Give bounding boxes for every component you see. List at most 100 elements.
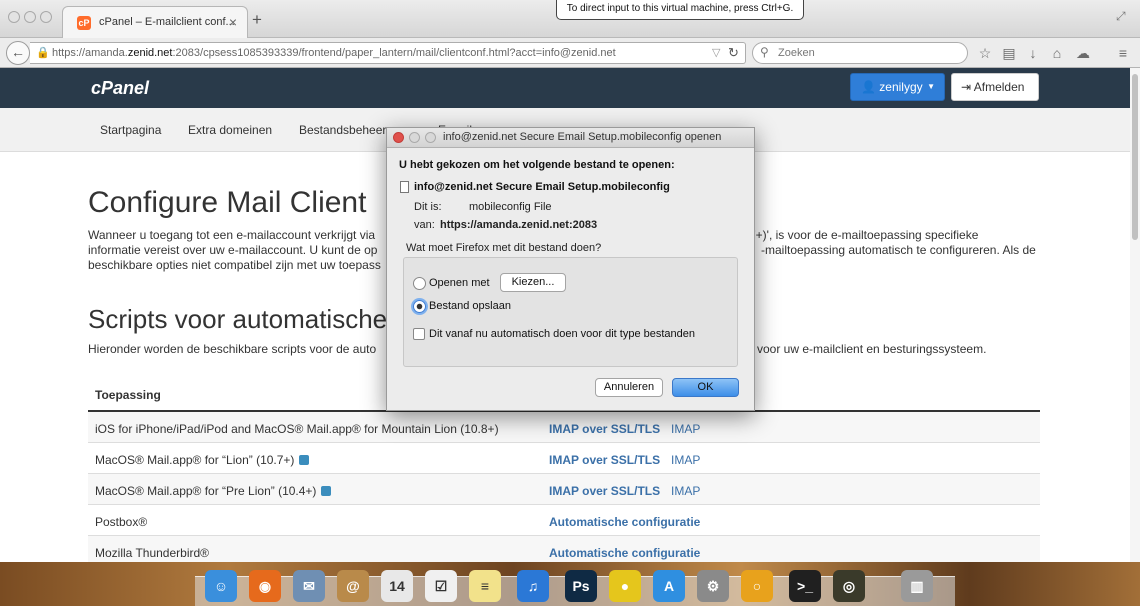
calendar-icon[interactable]: 14	[381, 570, 413, 602]
imap-link[interactable]: IMAP	[671, 484, 700, 498]
window-zoom-button[interactable]	[40, 11, 52, 23]
downloads-icon[interactable]: ↓	[1024, 44, 1042, 62]
file-type-label: Dit is:	[414, 201, 442, 213]
new-tab-button[interactable]: +	[252, 11, 262, 28]
user-name: zenilygy	[879, 80, 923, 94]
open-with-radio[interactable]	[413, 277, 426, 290]
browser-tab-active[interactable]: cP cPanel – E-mailclient conf... ×	[62, 6, 248, 38]
dialog-minimize-button[interactable]	[409, 132, 420, 143]
url-bar[interactable]: 🔒 https://amanda.zenid.net:2083/cpsess10…	[30, 42, 746, 64]
intro-line-1: Wanneer u toegang tot een e-mailaccount …	[88, 228, 376, 242]
notes-icon[interactable]: ≡	[469, 570, 501, 602]
cpanel-logo[interactable]: cPanel	[91, 78, 149, 99]
imap-ssl-link[interactable]: IMAP over SSL/TLS	[549, 484, 660, 498]
imap-ssl-link[interactable]: IMAP over SSL/TLS	[549, 453, 660, 467]
dialog-titlebar: info@zenid.net Secure Email Setup.mobile…	[387, 128, 754, 148]
reload-icon[interactable]: ↻	[728, 45, 739, 61]
vlc-icon[interactable]: ○	[741, 570, 773, 602]
remember-choice-checkbox[interactable]	[413, 328, 425, 340]
photoshop-icon[interactable]: Ps	[565, 570, 597, 602]
search-bar[interactable]: ⚲ Zoeken	[752, 42, 968, 64]
logout-label: Afmelden	[973, 80, 1025, 94]
radar-icon[interactable]: ◎	[833, 570, 865, 602]
subnav-bestandsbeheer[interactable]: Bestandsbeheer	[299, 123, 386, 137]
file-source-value: https://amanda.zenid.net:2083	[440, 219, 598, 231]
reading-list-icon[interactable]: ▤	[1000, 44, 1018, 62]
table-row: MacOS® Mail.app® for “Lion” (10.7+) IMAP …	[88, 443, 1040, 474]
home-icon[interactable]: ⌂	[1048, 44, 1066, 62]
mail-stamp-icon[interactable]: ✉	[293, 570, 325, 602]
system-preferences-icon[interactable]: ⚙	[697, 570, 729, 602]
file-source-label: van:	[414, 219, 435, 231]
cancel-button[interactable]: Annuleren	[595, 378, 663, 397]
page-scrollbar[interactable]	[1130, 68, 1140, 562]
imap-link[interactable]: IMAP	[671, 453, 700, 467]
window-minimize-button[interactable]	[24, 11, 36, 23]
table-row: Postbox® Automatische configuratie	[88, 505, 1040, 536]
bookmark-star-icon[interactable]: ☆	[976, 44, 994, 62]
dialog-zoom-button[interactable]	[425, 132, 436, 143]
fullscreen-icon[interactable]: ⤢	[1116, 9, 1130, 23]
user-menu-button[interactable]: 👤 zenilygy ▼	[850, 73, 945, 101]
open-with-label[interactable]: Openen met	[429, 277, 490, 289]
table-row: iOS for iPhone/iPad/iPod and MacOS® Mail…	[88, 412, 1040, 443]
dialog-question: Wat moet Firefox met dit bestand doen?	[406, 242, 602, 254]
search-placeholder: Zoeken	[778, 47, 815, 59]
lock-icon: 🔒	[36, 47, 50, 59]
application-name: iOS for iPhone/iPad/iPod and MacOS® Mail…	[95, 422, 499, 436]
reminders-icon[interactable]: ☑	[425, 570, 457, 602]
action-options-group	[403, 257, 738, 367]
subnav-extra-domeinen[interactable]: Extra domeinen	[188, 123, 272, 137]
choose-app-button[interactable]: Kiezen...	[500, 273, 566, 292]
tab-close-icon[interactable]: ×	[229, 14, 237, 30]
dialog-close-button[interactable]	[393, 132, 404, 143]
logout-button[interactable]: ⇥ Afmelden	[951, 73, 1039, 101]
scripts-text-right: voor uw e-mailclient en besturingssystee…	[757, 342, 987, 356]
scripts-text: Hieronder worden de beschikbare scripts …	[88, 342, 377, 356]
save-file-radio[interactable]	[413, 300, 426, 313]
logout-icon: ⇥	[961, 80, 974, 94]
window-close-button[interactable]	[8, 11, 20, 23]
contacts-icon[interactable]: @	[337, 570, 369, 602]
scrollbar-thumb[interactable]	[1132, 74, 1138, 240]
auto-config-link[interactable]: Automatische configuratie	[549, 546, 700, 560]
firefox-icon[interactable]: ◉	[249, 570, 281, 602]
cyberduck-icon[interactable]: ●	[609, 570, 641, 602]
application-name: MacOS® Mail.app® for “Pre Lion” (10.4+)	[95, 484, 317, 498]
subnav-startpagina[interactable]: Startpagina	[100, 123, 161, 137]
url-dropdown-icon[interactable]: ▽	[712, 46, 720, 59]
imap-link[interactable]: IMAP	[671, 422, 700, 436]
app-store-icon[interactable]: A	[653, 570, 685, 602]
menu-icon[interactable]: ≡	[1114, 44, 1132, 62]
trash-icon[interactable]: ▥	[901, 570, 933, 602]
chat-icon[interactable]: ☁	[1074, 44, 1092, 62]
itunes-icon[interactable]: ♫	[517, 570, 549, 602]
terminal-icon[interactable]: >_	[789, 570, 821, 602]
remember-choice-label[interactable]: Dit vanaf nu automatisch doen voor dit t…	[429, 328, 695, 340]
cpanel-favicon-icon: cP	[77, 16, 91, 30]
back-button[interactable]: ←	[6, 41, 30, 65]
vm-input-tooltip: To direct input to this virtual machine,…	[556, 0, 804, 20]
info-tag-icon[interactable]	[299, 455, 309, 465]
info-tag-icon[interactable]	[321, 486, 331, 496]
search-icon: ⚲	[760, 45, 769, 59]
imap-ssl-link[interactable]: IMAP over SSL/TLS	[549, 422, 660, 436]
open-file-dialog: info@zenid.net Secure Email Setup.mobile…	[386, 127, 755, 411]
ok-button[interactable]: OK	[672, 378, 739, 397]
application-name: Postbox®	[95, 515, 148, 529]
auto-config-link[interactable]: Automatische configuratie	[549, 515, 700, 529]
page-title: Configure Mail Client	[88, 186, 367, 219]
file-type-value: mobileconfig File	[469, 201, 552, 213]
save-file-label[interactable]: Bestand opslaan	[429, 300, 511, 312]
cpanel-header: cPanel 👤 zenilygy ▼ ⇥ Afmelden	[0, 68, 1140, 108]
finder-icon[interactable]: ☺	[205, 570, 237, 602]
browser-titlebar: cP cPanel – E-mailclient conf... × + To …	[0, 0, 1140, 38]
application-name: MacOS® Mail.app® for “Lion” (10.7+)	[95, 453, 295, 467]
intro-line-2-right: -mailtoepassing automatisch te configure…	[761, 243, 1036, 257]
table-body: iOS for iPhone/iPad/iPod and MacOS® Mail…	[88, 412, 1040, 562]
table-row: Mozilla Thunderbird® Automatische configu…	[88, 536, 1040, 562]
caret-down-icon: ▼	[927, 82, 935, 91]
intro-line-1-right: 7+)', is voor de e-mailtoepassing specif…	[749, 228, 979, 242]
url-text[interactable]: https://amanda.zenid.net:2083/cpsess1085…	[52, 47, 616, 59]
table-row: MacOS® Mail.app® for “Pre Lion” (10.4+) I…	[88, 474, 1040, 505]
